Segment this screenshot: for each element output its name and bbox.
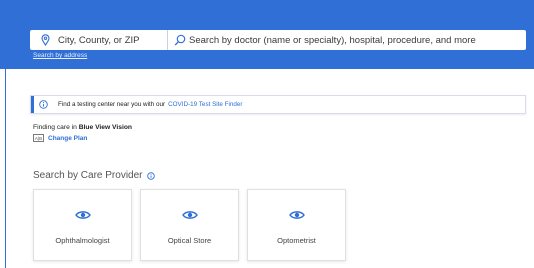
provider-card-optical-store[interactable]: Optical Store	[140, 189, 239, 261]
provider-card-optometrist[interactable]: Optometrist	[247, 189, 346, 261]
eye-icon	[289, 211, 305, 219]
plan-context: Finding care in Blue View Vision	[33, 124, 132, 131]
search-by-address-link[interactable]: Search by address	[33, 52, 87, 59]
info-icon[interactable]	[146, 171, 155, 180]
covid-notice: Find a testing center near you with our …	[30, 95, 526, 114]
notice-text: Find a testing center near you with our	[58, 101, 166, 108]
search-input[interactable]: Search by doctor (name or specialty), ho…	[168, 30, 526, 50]
providers-heading-text: Search by Care Provider	[33, 170, 143, 181]
notice-accent-bar	[31, 96, 34, 113]
info-icon	[39, 100, 48, 109]
location-input[interactable]: City, County, or ZIP	[30, 30, 168, 50]
eye-icon	[182, 211, 198, 219]
provider-label: Optometrist	[277, 236, 316, 245]
location-placeholder: City, County, or ZIP	[58, 34, 140, 46]
search-icon	[174, 34, 186, 46]
plan-card-icon: A|B	[33, 134, 44, 142]
test-site-finder-link[interactable]: COVID-19 Test Site Finder	[168, 101, 242, 108]
provider-label: Optical Store	[167, 236, 212, 245]
eye-icon	[75, 211, 91, 219]
provider-card-ophthalmologist[interactable]: Ophthalmologist	[33, 189, 132, 261]
plan-prefix: Finding care in	[33, 124, 77, 131]
search-bar: City, County, or ZIP Search by doctor (n…	[30, 30, 526, 50]
search-placeholder: Search by doctor (name or specialty), ho…	[189, 34, 476, 46]
provider-label: Ophthalmologist	[55, 236, 110, 245]
change-plan-link[interactable]: Change Plan	[48, 135, 87, 142]
plan-name: Blue View Vision	[78, 124, 133, 131]
providers-heading: Search by Care Provider	[33, 170, 155, 181]
map-pin-icon	[41, 34, 50, 46]
change-plan-row: A|B Change Plan	[33, 134, 87, 142]
